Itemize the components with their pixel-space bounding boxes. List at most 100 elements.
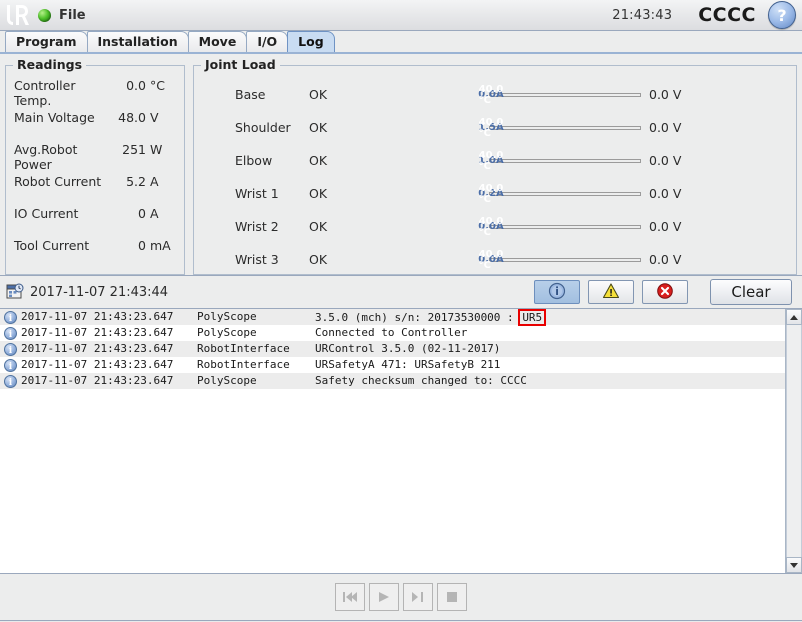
joint-row: Elbow OK 1.0A 40.0 °C 0.0 V <box>199 144 791 177</box>
joint-row: Shoulder OK 1.5A 40.0 °C 0.0 V <box>199 111 791 144</box>
joint-voltage: 0.0 V <box>649 153 682 168</box>
reading-label: Main Voltage <box>14 110 95 125</box>
skip-forward-icon <box>412 592 423 602</box>
joint-name: Wrist 1 <box>235 186 279 201</box>
log-message: URControl 3.5.0 (02-11-2017) <box>315 342 501 355</box>
log-list-container: 2017-11-07 21:43:23.647 PolyScope 3.5.0 … <box>0 309 802 574</box>
reading-value: 48.0 <box>118 110 146 125</box>
log-timestamp: 2017-11-07 21:43:23.647 <box>21 310 174 323</box>
log-source: RobotInterface <box>197 342 290 355</box>
log-row[interactable]: 2017-11-07 21:43:23.647 PolyScope Safety… <box>0 373 785 391</box>
log-toolbar: 2017-11-07 21:43:44 Clear <box>0 276 802 309</box>
info-icon <box>4 342 17 359</box>
info-icon <box>548 282 566 303</box>
joint-voltage: 0.0 V <box>649 252 682 267</box>
joint-gauges: 0.0A 40.0 °C <box>478 84 641 106</box>
info-icon <box>4 326 17 343</box>
file-menu[interactable]: File <box>59 8 86 23</box>
log-row[interactable]: 2017-11-07 21:43:23.647 PolyScope 3.5.0 … <box>0 309 785 327</box>
reading-value: 0.0 <box>126 78 146 93</box>
calendar-icon <box>6 283 24 301</box>
help-button[interactable]: ? <box>768 1 796 29</box>
log-message: 3.5.0 (mch) s/n: 20173530000 : UR5 <box>315 309 547 326</box>
log-timestamp: 2017-11-07 21:43:23.647 <box>21 342 174 355</box>
reading-unit: A <box>150 206 159 221</box>
joint-status: OK <box>309 186 328 201</box>
log-row[interactable]: 2017-11-07 21:43:23.647 PolyScope Connec… <box>0 325 785 343</box>
log-source: PolyScope <box>197 374 257 387</box>
reading-unit: mA <box>150 238 171 253</box>
play-button[interactable] <box>369 583 399 611</box>
skip-backward-icon <box>343 592 357 602</box>
clock: 21:43:43 <box>612 7 673 23</box>
joint-gauges: 0.0A 40.0 °C <box>478 216 641 238</box>
tab-move[interactable]: Move <box>187 31 248 52</box>
status-panels: Readings Controller Temp. 0.0 °C Main Vo… <box>0 54 802 276</box>
joint-row: Wrist 3 OK 0.0A 40.0 °C 0.0 V <box>199 243 791 276</box>
safety-checksum: CCCC <box>698 4 756 26</box>
reading-label: IO Current <box>14 206 79 221</box>
scrollbar-track[interactable] <box>786 325 802 557</box>
log-message: Connected to Controller <box>315 326 468 339</box>
joint-row: Wrist 2 OK 0.0A 40.0 °C 0.0 V <box>199 210 791 243</box>
tab-installation[interactable]: Installation <box>86 31 189 52</box>
joint-gauges: 1.5A 40.0 °C <box>478 117 641 139</box>
tab-io[interactable]: I/O <box>246 31 289 52</box>
joint-status: OK <box>309 87 328 102</box>
play-icon <box>379 592 389 602</box>
reading-label: Robot Current <box>14 174 102 189</box>
reading-row: Tool Current 0 mA <box>14 238 176 270</box>
reading-row: Controller Temp. 0.0 °C <box>14 78 176 110</box>
joint-status: OK <box>309 252 328 267</box>
file-status-dot-icon <box>38 8 51 22</box>
skip-forward-button[interactable] <box>403 583 433 611</box>
joint-name: Wrist 3 <box>235 252 279 267</box>
readings-title: Readings <box>13 57 87 72</box>
log-timestamp: 2017-11-07 21:43:23.647 <box>21 358 174 371</box>
info-filter-button[interactable] <box>534 280 580 304</box>
reading-row: IO Current 0 A <box>14 206 176 238</box>
joint-status: OK <box>309 153 328 168</box>
log-message: URSafetyA 471: URSafetyB 211 <box>315 358 501 371</box>
skip-back-button[interactable] <box>335 583 365 611</box>
joint-voltage: 0.0 V <box>649 219 682 234</box>
joint-name: Elbow <box>235 153 273 168</box>
ur-logo-icon <box>4 2 32 28</box>
log-source: RobotInterface <box>197 358 290 371</box>
info-icon <box>4 374 17 391</box>
log-date: 2017-11-07 21:43:44 <box>30 284 169 300</box>
log-row[interactable]: 2017-11-07 21:43:23.647 RobotInterface U… <box>0 357 785 375</box>
log-row[interactable]: 2017-11-07 21:43:23.647 RobotInterface U… <box>0 341 785 359</box>
log-list[interactable]: 2017-11-07 21:43:23.647 PolyScope 3.5.0 … <box>0 309 785 573</box>
reading-label: Avg.Robot Power <box>14 142 78 172</box>
reading-value: 0 <box>138 206 146 221</box>
clear-button[interactable]: Clear <box>710 279 792 305</box>
reading-label: Tool Current <box>14 238 90 253</box>
joint-gauges: 0.2A 40.0 °C <box>478 183 641 205</box>
app-header: File 21:43:43 CCCC ? <box>0 0 802 31</box>
log-scrollbar[interactable] <box>785 309 802 573</box>
log-timestamp: 2017-11-07 21:43:23.647 <box>21 326 174 339</box>
joint-name: Base <box>235 87 266 102</box>
reading-unit: A <box>150 174 159 189</box>
info-icon <box>4 310 17 327</box>
error-filter-button[interactable] <box>642 280 688 304</box>
joint-voltage: 0.0 V <box>649 186 682 201</box>
joint-name: Wrist 2 <box>235 219 279 234</box>
scroll-down-button[interactable] <box>786 557 802 573</box>
stop-button[interactable] <box>437 583 467 611</box>
joint-name: Shoulder <box>235 120 291 135</box>
reading-row: Robot Current 5.2 A <box>14 174 176 206</box>
tab-program[interactable]: Program <box>5 31 88 52</box>
tab-log[interactable]: Log <box>287 31 335 52</box>
reading-unit: V <box>150 110 159 125</box>
log-source: PolyScope <box>197 310 257 323</box>
log-timestamp: 2017-11-07 21:43:23.647 <box>21 374 174 387</box>
joint-load-panel: Joint Load Base OK 0.0A 40.0 °C 0.0 V Sh… <box>193 57 797 276</box>
warning-filter-button[interactable] <box>588 280 634 304</box>
log-message-text: 3.5.0 (mch) s/n: 20173530000 : <box>315 310 521 324</box>
joint-load-title: Joint Load <box>201 57 280 72</box>
joint-status: OK <box>309 219 328 234</box>
scroll-up-button[interactable] <box>786 309 802 325</box>
reading-label: Controller Temp. <box>14 78 76 108</box>
